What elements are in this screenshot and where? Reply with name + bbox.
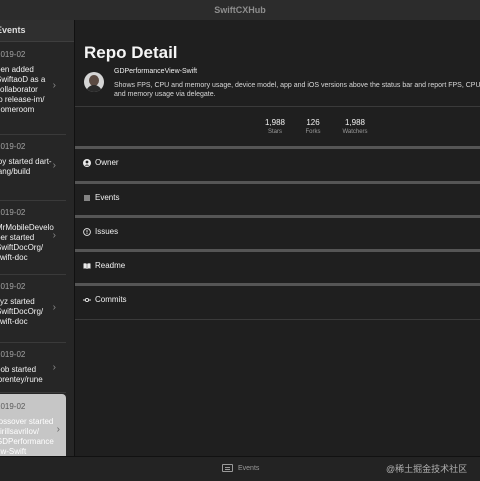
chevron-right-icon: ›	[52, 230, 56, 241]
divider	[75, 106, 480, 107]
divider	[75, 319, 480, 320]
event-text: joy started dart- lang/build	[0, 157, 52, 176]
event-list-item[interactable]: 2019-02 bob started lorentey/rune ›	[0, 342, 66, 393]
event-list-item[interactable]: 2019-02 xyz started SwiftDocOrg/ swift-d…	[0, 274, 66, 343]
list-icon	[222, 464, 233, 472]
exclamation-circle-icon	[83, 228, 91, 236]
repo-name: GDPerformanceView-Swift	[114, 68, 198, 75]
tab-label: Events	[238, 464, 260, 472]
stat-watchers: 1,988 Watchers	[325, 118, 385, 135]
book-icon	[83, 263, 91, 269]
event-text: rossover started kirillsavrilov/ GDPerfo…	[0, 417, 54, 456]
event-text: MrMobileDevelo per started SwiftDocOrg/ …	[0, 223, 54, 262]
section-label: Issues	[95, 227, 119, 236]
event-list-item[interactable]: 2019-02 ben added SwiftaoD as a collabor…	[0, 42, 66, 135]
event-text: xyz started SwiftDocOrg/ swift-doc	[0, 297, 44, 326]
page-title: Repo Detail	[84, 43, 178, 62]
stat-label: Watchers	[342, 129, 368, 135]
watermark: @稀土掘金技术社区	[386, 464, 468, 474]
section-label: Owner	[95, 158, 119, 167]
window-title: SwiftCXHub	[214, 5, 266, 15]
stat-value: 1,988	[344, 118, 366, 127]
event-list-item[interactable]: 2019-02 joy started dart- lang/build ›	[0, 134, 66, 201]
sidebar-title: Events	[0, 25, 26, 35]
event-date: 2019-02	[0, 208, 26, 217]
repo-stats: 1,988 Stars 126 Forks 1,988 Watchers	[75, 118, 480, 138]
avatar	[84, 72, 104, 92]
section-events[interactable]: Events	[75, 181, 480, 217]
section-label: Commits	[95, 295, 127, 304]
event-text: bob started lorentey/rune	[0, 365, 43, 384]
chevron-right-icon: ›	[56, 424, 60, 435]
section-label: Events	[95, 193, 120, 202]
event-date: 2019-02	[0, 350, 26, 359]
section-readme[interactable]: Readme	[75, 249, 480, 285]
repo-description: Shows FPS, CPU and memory usage, device …	[114, 82, 480, 98]
event-date: 2019-02	[0, 402, 26, 411]
person-circle-icon	[83, 159, 91, 167]
event-date: 2019-02	[0, 282, 26, 291]
event-list-item[interactable]: 2019-02 MrMobileDevelo per started Swift…	[0, 200, 66, 275]
chevron-right-icon: ›	[52, 160, 56, 171]
list-icon	[84, 195, 90, 201]
event-date: 2019-02	[0, 50, 26, 59]
section-owner[interactable]: Owner	[75, 146, 480, 182]
events-sidebar: Events 2019-02 ben added SwiftaoD as a c…	[0, 20, 75, 456]
section-issues[interactable]: Issues	[75, 215, 480, 251]
sidebar-header: Events	[0, 20, 74, 42]
event-list-item-selected[interactable]: 2019-02 rossover started kirillsavrilov/…	[0, 394, 66, 456]
event-date: 2019-02	[0, 142, 26, 151]
repo-detail-pane: Repo Detail GDPerformanceView-Swift Show…	[75, 20, 480, 456]
tab-events[interactable]: Events	[222, 464, 259, 472]
window-titlebar: SwiftCXHub	[0, 0, 480, 21]
section-label: Readme	[95, 261, 126, 270]
event-text: ben added SwiftaoD as a collaborator to …	[0, 65, 46, 114]
chevron-right-icon: ›	[52, 362, 56, 373]
section-commits[interactable]: Commits	[75, 283, 480, 319]
chevron-right-icon: ›	[52, 302, 56, 313]
chevron-right-icon: ›	[52, 80, 56, 91]
commit-icon	[83, 297, 91, 303]
